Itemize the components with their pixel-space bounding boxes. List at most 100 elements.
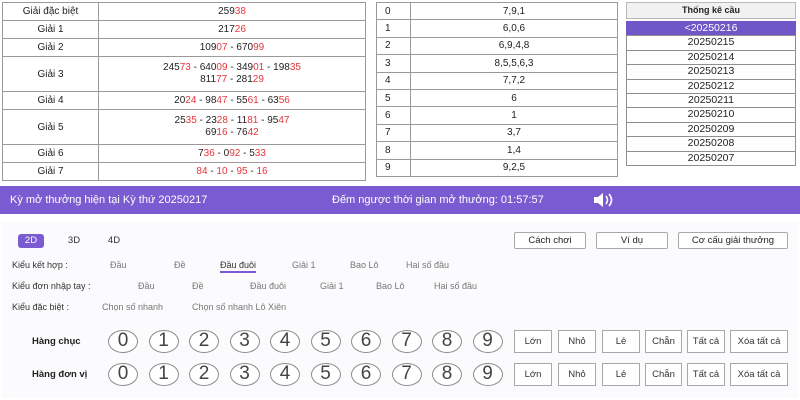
manual-option-giai-1[interactable]: Giải 1 bbox=[320, 281, 344, 291]
prize-digits-highlight: 09 bbox=[216, 62, 228, 73]
head-tail-row: 8 1,4 bbox=[376, 141, 618, 160]
tens-digit-ball[interactable]: 7 bbox=[391, 330, 422, 353]
prize-digits: 25 bbox=[174, 115, 186, 126]
tens-digit-ball[interactable]: 5 bbox=[310, 330, 341, 353]
tens-digit-ball[interactable]: 4 bbox=[270, 330, 300, 353]
manual-option-hai-so-dau[interactable]: Hai số đầu bbox=[434, 281, 477, 291]
units-digit-ball[interactable]: 1 bbox=[148, 363, 179, 386]
manual-option-dau[interactable]: Đầu bbox=[138, 281, 155, 291]
tens-digit-ball[interactable]: 3 bbox=[229, 330, 260, 353]
units-digit-ball[interactable]: 3 bbox=[229, 363, 260, 386]
prize-digits: - 198 bbox=[264, 62, 290, 73]
prize-number-line: 10907 - 67099 bbox=[101, 42, 363, 54]
prize-digits: - 670 bbox=[227, 41, 254, 53]
head-tail-row: 7 3,7 bbox=[376, 123, 618, 143]
stats-draw-item[interactable]: 20250212 bbox=[626, 78, 796, 94]
prize-digits-highlight: 01 bbox=[253, 62, 265, 73]
stats-draw-item[interactable]: 20250211 bbox=[626, 92, 796, 109]
combo-option-dau-duoi[interactable]: Đầu đuôi bbox=[220, 260, 257, 273]
special-option-quick-pick-lo-xien[interactable]: Chọn số nhanh Lô Xiên bbox=[192, 302, 286, 312]
prize-structure-button[interactable]: Cơ cấu giải thưởng bbox=[678, 232, 788, 249]
tens-clear-all-button[interactable]: Xóa tất cả bbox=[730, 330, 788, 353]
speaker-icon[interactable] bbox=[592, 192, 618, 208]
units-small-button[interactable]: Nhỏ bbox=[558, 363, 596, 386]
units-digit-ball[interactable]: 2 bbox=[189, 363, 219, 386]
tail-digits: 1,4 bbox=[410, 141, 618, 160]
prize-number-line: 736 - 092 - 533 bbox=[101, 148, 363, 160]
stats-draw-item[interactable]: 20250208 bbox=[626, 136, 796, 152]
example-button[interactable]: Ví dụ bbox=[596, 232, 668, 249]
prize-digits-highlight: 10 bbox=[216, 165, 228, 177]
prize-digits: - 281 bbox=[227, 74, 253, 85]
stats-draw-item[interactable]: 20250214 bbox=[626, 49, 796, 66]
combo-option-dau[interactable]: Đầu bbox=[110, 260, 127, 270]
tens-digit-ball[interactable]: 8 bbox=[432, 330, 462, 353]
combo-type-label: Kiểu kết hợp : bbox=[12, 260, 68, 270]
tab-2d[interactable]: 2D bbox=[18, 234, 44, 248]
tens-digit-ball[interactable]: 9 bbox=[472, 330, 503, 353]
prize-label: Giải 6 bbox=[2, 144, 99, 163]
tens-digit-ball[interactable]: 0 bbox=[108, 330, 138, 353]
tail-digits: 8,5,5,6,3 bbox=[410, 54, 618, 73]
special-option-quick-pick[interactable]: Chọn số nhanh bbox=[102, 302, 163, 312]
units-digit-ball[interactable]: 9 bbox=[472, 363, 503, 386]
tens-digit-ball[interactable]: 2 bbox=[189, 330, 219, 353]
head-tail-row: 61 bbox=[376, 106, 618, 125]
combo-option-giai-1[interactable]: Giải 1 bbox=[292, 260, 316, 270]
prize-label: Giải 1 bbox=[2, 20, 99, 39]
how-to-play-button[interactable]: Cách chơi bbox=[514, 232, 586, 249]
head-digit: 6 bbox=[376, 106, 411, 125]
combo-option-de[interactable]: Đề bbox=[174, 260, 186, 270]
units-even-button[interactable]: Chẵn bbox=[645, 363, 682, 386]
manual-option-de[interactable]: Đề bbox=[192, 281, 204, 291]
manual-option-dau-duoi[interactable]: Đầu đuôi bbox=[250, 281, 286, 291]
combo-option-bao-lo[interactable]: Bao Lô bbox=[350, 260, 379, 270]
tens-even-button[interactable]: Chẵn bbox=[645, 330, 682, 353]
tens-all-button[interactable]: Tất cả bbox=[687, 330, 725, 353]
tens-odd-button[interactable]: Lẻ bbox=[602, 330, 640, 353]
prize-numbers: 2024 - 9847 - 5561 - 6356 bbox=[98, 91, 366, 110]
stats-draw-item[interactable]: 20250215 bbox=[626, 35, 796, 51]
units-digit-ball[interactable]: 4 bbox=[270, 363, 300, 386]
head-tail-row: 4 7,7,2 bbox=[376, 71, 618, 90]
units-digit-ball[interactable]: 8 bbox=[432, 363, 462, 386]
tens-digit-ball[interactable]: 6 bbox=[351, 330, 381, 353]
prize-digits: - 76 bbox=[227, 127, 248, 138]
prize-digits-highlight: 92 bbox=[229, 147, 241, 159]
manual-option-bao-lo[interactable]: Bao Lô bbox=[376, 281, 405, 291]
head-digit: 8 bbox=[376, 141, 411, 160]
units-digit-ball[interactable]: 6 bbox=[351, 363, 381, 386]
prize-digits-highlight: 16 bbox=[256, 165, 268, 177]
head-tail-row: 0 7,9,1 bbox=[376, 1, 618, 21]
prize-numbers: 21726 bbox=[98, 20, 366, 39]
stats-draw-item[interactable]: 20250210 bbox=[626, 107, 796, 123]
units-odd-button[interactable]: Lẻ bbox=[602, 363, 640, 386]
units-digit-ball[interactable]: 5 bbox=[310, 363, 341, 386]
stats-draw-item[interactable]: 20250207 bbox=[626, 150, 796, 166]
stats-title: Thống kê cầu bbox=[626, 2, 796, 19]
prize-number-line: 24573 - 64009 - 34901 - 19835 bbox=[101, 62, 363, 74]
prize-label: Giải đặc biệt bbox=[2, 2, 99, 21]
units-digit-ball[interactable]: 0 bbox=[108, 363, 138, 386]
prize-numbers: 24573 - 64009 - 34901 - 19835 81177 - 281… bbox=[98, 56, 366, 92]
units-all-button[interactable]: Tất cả bbox=[687, 363, 725, 386]
units-digit-ball[interactable]: 7 bbox=[391, 363, 422, 386]
combo-option-hai-so-dau[interactable]: Hai số đầu bbox=[406, 260, 449, 270]
tens-digit-ball[interactable]: 1 bbox=[148, 330, 179, 353]
tab-3d[interactable]: 3D bbox=[66, 234, 82, 248]
tens-small-button[interactable]: Nhỏ bbox=[558, 330, 596, 353]
prize-numbers: 2535 - 2328 - 1181 - 9547 6916 - 7642 bbox=[98, 109, 366, 145]
stats-draw-item[interactable]: 20250209 bbox=[626, 121, 796, 138]
stats-draw-item[interactable]: <20250216 bbox=[626, 21, 796, 37]
prize-numbers: 25938 bbox=[98, 2, 366, 21]
bet-panel: 2D 3D 4D Cách chơi Ví dụ Cơ cấu giải thư… bbox=[2, 222, 798, 398]
prize-number-line: 25938 bbox=[101, 6, 363, 18]
prize-digits-highlight: 26 bbox=[234, 23, 246, 35]
prize-digits-highlight: 95 bbox=[236, 165, 248, 177]
units-clear-all-button[interactable]: Xóa tất cả bbox=[730, 363, 788, 386]
stats-draw-item[interactable]: 20250213 bbox=[626, 64, 796, 80]
tens-big-button[interactable]: Lớn bbox=[514, 330, 552, 353]
units-big-button[interactable]: Lớn bbox=[514, 363, 552, 386]
head-digit: 3 bbox=[376, 54, 411, 73]
tab-4d[interactable]: 4D bbox=[106, 234, 122, 248]
